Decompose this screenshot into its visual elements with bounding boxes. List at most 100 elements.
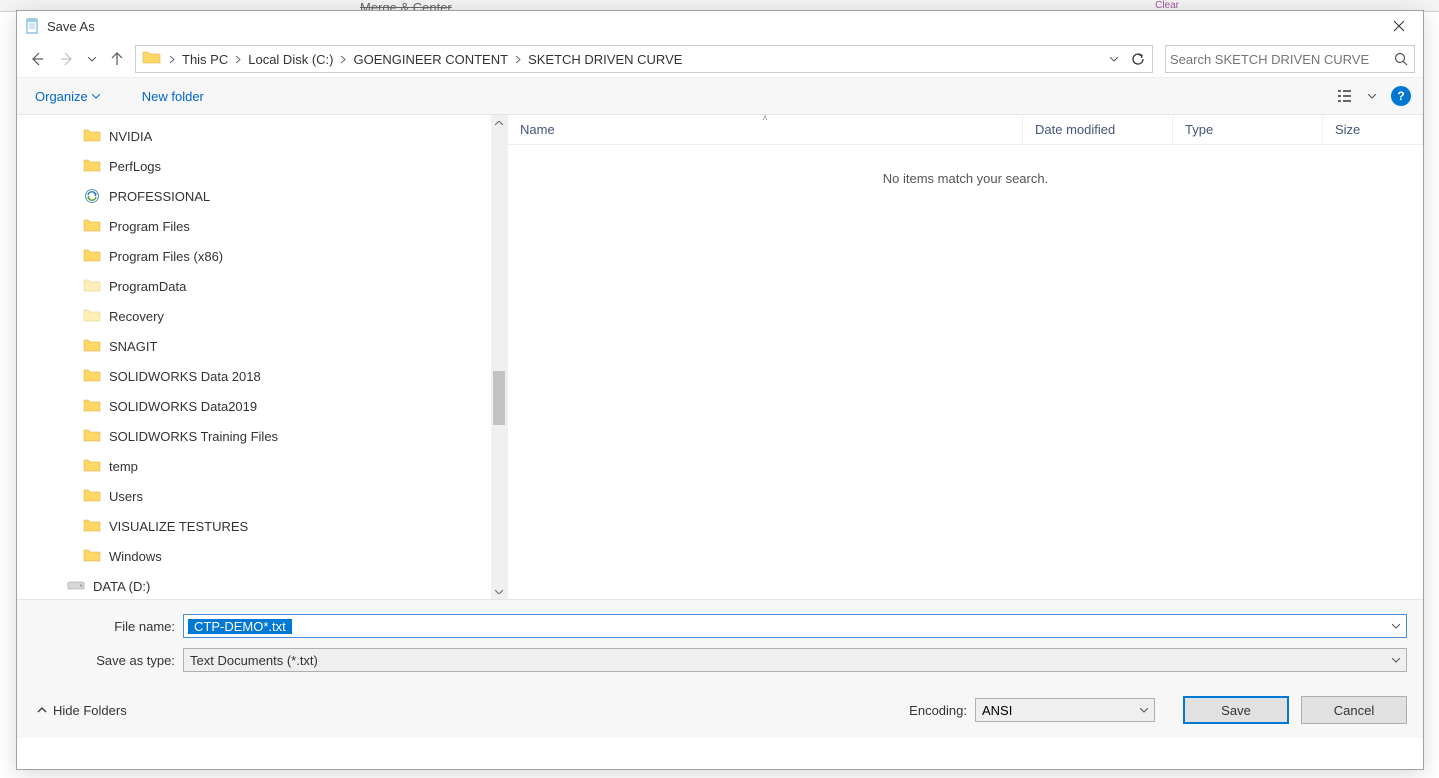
up-button[interactable] [105, 47, 129, 71]
tree-item[interactable]: SOLIDWORKS Data2019 [77, 391, 507, 421]
folder-icon [83, 218, 101, 234]
arrow-right-icon [59, 51, 75, 67]
encoding-value: ANSI [982, 703, 1140, 718]
folder-icon [83, 488, 101, 504]
refresh-button[interactable] [1126, 47, 1150, 71]
sync-icon [83, 188, 101, 204]
tree-item[interactable]: NVIDIA [77, 121, 507, 151]
tree-item[interactable]: Users [77, 481, 507, 511]
list-view-icon [1338, 89, 1356, 103]
breadcrumb-drive[interactable]: Local Disk (C:) [244, 46, 337, 72]
folder-tree[interactable]: NVIDIAPerfLogsPROFESSIONALProgram FilesP… [17, 115, 507, 599]
breadcrumb-folder1[interactable]: GOENGINEER CONTENT [349, 46, 512, 72]
chevron-down-icon [1392, 658, 1400, 663]
tree-item[interactable]: Recovery [77, 301, 507, 331]
refresh-icon [1131, 52, 1145, 66]
tree-scrollbar[interactable] [491, 115, 507, 599]
scroll-down-icon[interactable] [491, 583, 507, 599]
new-folder-button[interactable]: New folder [136, 85, 210, 108]
tree-item[interactable]: temp [77, 451, 507, 481]
tree-item-label: temp [109, 459, 138, 474]
chevron-right-icon[interactable] [512, 55, 524, 64]
dialog-title: Save As [47, 19, 1377, 34]
chevron-down-icon [92, 94, 100, 99]
hide-folders-button[interactable]: Hide Folders [33, 699, 131, 722]
column-type[interactable]: Type [1173, 115, 1323, 144]
tree-item[interactable]: DATA (D:) [61, 571, 507, 599]
help-button[interactable]: ? [1391, 86, 1411, 106]
drive-icon [67, 579, 85, 593]
organize-label: Organize [35, 89, 88, 104]
folder-icon [83, 338, 101, 354]
folder-icon [83, 428, 101, 444]
filename-combo[interactable]: CTP-DEMO*.txt [183, 614, 1407, 638]
folder-icon [83, 458, 101, 474]
scroll-thumb[interactable] [493, 371, 505, 425]
address-bar[interactable]: This PC Local Disk (C:) GOENGINEER CONTE… [135, 45, 1153, 73]
view-dropdown[interactable] [1365, 82, 1379, 110]
organize-menu[interactable]: Organize [29, 85, 106, 108]
cancel-button[interactable]: Cancel [1301, 696, 1407, 724]
toolbar: Organize New folder ? [17, 77, 1423, 115]
chevron-right-icon[interactable] [232, 55, 244, 64]
filetype-label: Save as type: [33, 653, 183, 668]
column-name[interactable]: Name ˄ [508, 115, 1023, 144]
close-icon [1393, 20, 1405, 32]
tree-item-label: SNAGIT [109, 339, 157, 354]
sort-ascending-icon: ˄ [762, 113, 767, 123]
tree-item-label: Users [109, 489, 143, 504]
folder-icon [83, 518, 101, 534]
search-input[interactable] [1170, 52, 1392, 67]
arrow-left-icon [29, 51, 45, 67]
chevron-right-icon[interactable] [166, 55, 178, 64]
titlebar: Save As [17, 11, 1423, 41]
folder-icon [83, 548, 101, 564]
bottom-panel: File name: CTP-DEMO*.txt Save as type: T… [17, 599, 1423, 738]
view-options-button[interactable] [1333, 82, 1361, 110]
tree-item[interactable]: PerfLogs [77, 151, 507, 181]
filename-dropdown[interactable] [1386, 615, 1406, 637]
history-dropdown[interactable] [85, 57, 99, 62]
search-box[interactable] [1165, 45, 1415, 73]
back-button[interactable] [25, 47, 49, 71]
tree-item[interactable]: SNAGIT [77, 331, 507, 361]
forward-button[interactable] [55, 47, 79, 71]
column-date[interactable]: Date modified [1023, 115, 1173, 144]
close-button[interactable] [1377, 11, 1421, 41]
tree-item[interactable]: ProgramData [77, 271, 507, 301]
filetype-combo[interactable]: Text Documents (*.txt) [183, 648, 1407, 672]
tree-item[interactable]: SOLIDWORKS Data 2018 [77, 361, 507, 391]
tree-item[interactable]: PROFESSIONAL [77, 181, 507, 211]
chevron-down-icon [1368, 94, 1376, 99]
folder-icon [83, 248, 101, 264]
tree-item-label: DATA (D:) [93, 579, 150, 594]
chevron-right-icon[interactable] [337, 55, 349, 64]
tree-item[interactable]: SOLIDWORKS Training Files [77, 421, 507, 451]
breadcrumb-thispc[interactable]: This PC [178, 46, 232, 72]
tree-item-label: SOLIDWORKS Training Files [109, 429, 278, 444]
chevron-down-icon [1110, 57, 1118, 62]
breadcrumb-folder2[interactable]: SKETCH DRIVEN CURVE [524, 46, 686, 72]
scroll-track[interactable] [491, 131, 507, 583]
action-bar: Hide Folders Encoding: ANSI Save Cancel [33, 682, 1407, 730]
tree-item-label: VISUALIZE TESTURES [109, 519, 248, 534]
filetype-value: Text Documents (*.txt) [190, 653, 1392, 668]
empty-list-message: No items match your search. [508, 145, 1423, 212]
address-dropdown[interactable] [1104, 46, 1124, 72]
column-size[interactable]: Size [1323, 115, 1423, 144]
encoding-label: Encoding: [909, 703, 967, 718]
filename-label: File name: [33, 619, 183, 634]
folder-icon [83, 368, 101, 384]
tree-item[interactable]: VISUALIZE TESTURES [77, 511, 507, 541]
encoding-combo[interactable]: ANSI [975, 698, 1155, 722]
save-as-dialog: Save As This PC Local Disk (C:) [16, 10, 1424, 770]
filename-input[interactable]: CTP-DEMO*.txt [188, 619, 292, 634]
tree-item[interactable]: Windows [77, 541, 507, 571]
search-icon[interactable] [1392, 52, 1410, 66]
save-button[interactable]: Save [1183, 696, 1289, 724]
tree-item[interactable]: Program Files [77, 211, 507, 241]
tree-item[interactable]: Program Files (x86) [77, 241, 507, 271]
tree-item-label: SOLIDWORKS Data2019 [109, 399, 257, 414]
chevron-up-icon [37, 707, 47, 713]
scroll-up-icon[interactable] [491, 115, 507, 131]
